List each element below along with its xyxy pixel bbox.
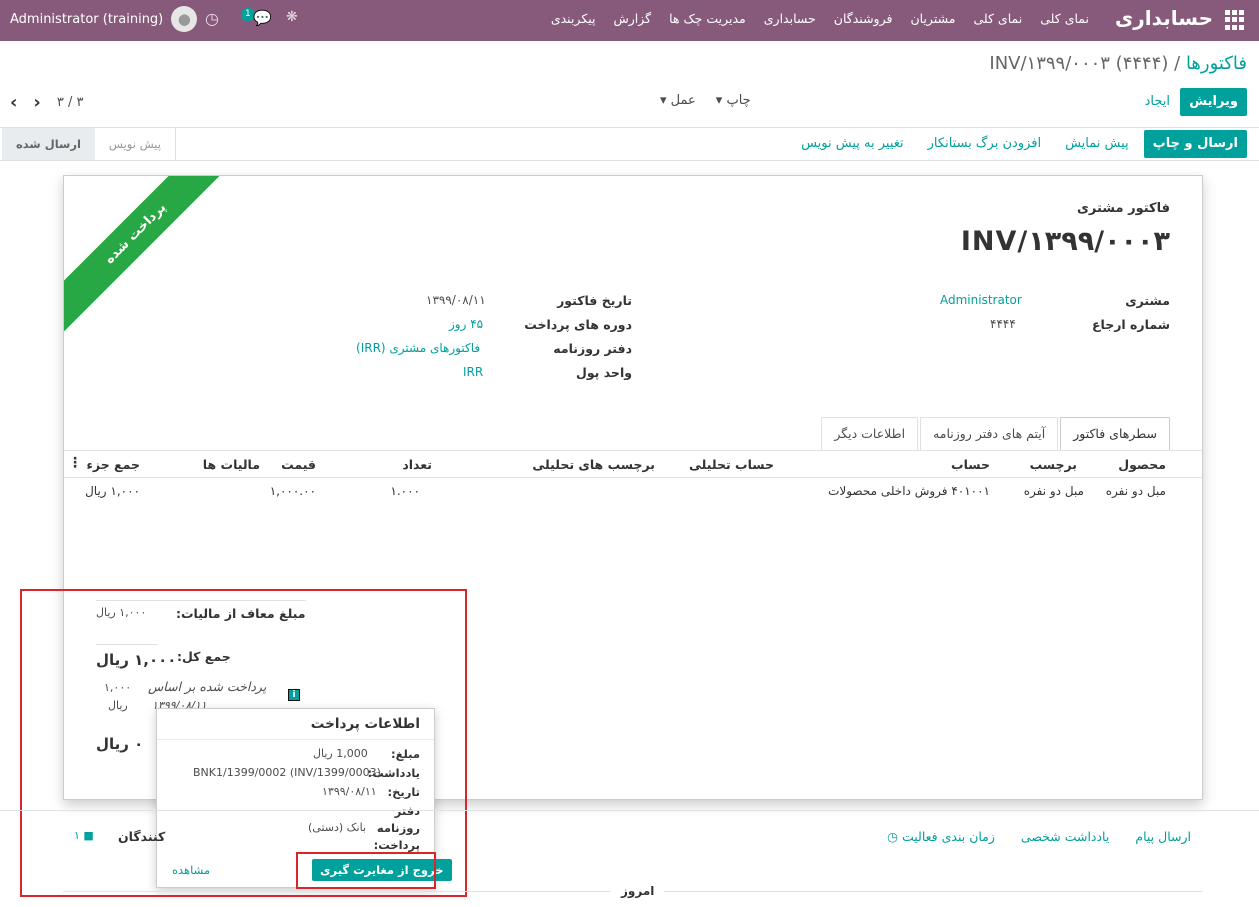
menu-item-overview-2[interactable]: نمای کلی xyxy=(973,11,1022,26)
notebook-tabs: سطرهای فاکتور آیتم های دفتر روزنامه اطلا… xyxy=(819,417,1170,450)
top-navbar: حسابداری نمای کلی نمای کلی مشتریان فروشن… xyxy=(0,0,1259,41)
today-label: امروز xyxy=(611,884,665,898)
col-account[interactable]: حساب xyxy=(951,457,990,472)
main-menu: نمای کلی نمای کلی مشتریان فروشندگان حساب… xyxy=(551,11,1089,26)
tab-invoice-lines[interactable]: سطرهای فاکتور xyxy=(1060,417,1170,450)
column-options-icon[interactable]: ⋮ xyxy=(68,455,82,471)
create-button[interactable]: ایجاد xyxy=(1136,88,1179,116)
print-dropdown[interactable]: ▾ چاپ xyxy=(716,93,751,108)
payment-terms-field[interactable]: ۴۵ روز xyxy=(449,317,483,331)
table-row[interactable]: مبل دو نفره مبل دو نفره ۴۰۱۰۰۱ فروش داخل… xyxy=(64,479,1202,505)
tab-journal-items[interactable]: آیتم های دفتر روزنامه xyxy=(920,417,1059,450)
log-note-button[interactable]: یادداشت شخصی xyxy=(1021,829,1109,844)
cell-quantity: ۱.۰۰۰ xyxy=(390,484,420,498)
col-price[interactable]: قیمت xyxy=(281,457,316,472)
edit-button[interactable]: ویرایش xyxy=(1180,88,1247,116)
col-quantity[interactable]: تعداد xyxy=(402,457,432,472)
customer-field[interactable]: Administrator xyxy=(940,293,1022,307)
send-message-button[interactable]: ارسال پیام xyxy=(1135,829,1191,844)
currency-field[interactable]: IRR xyxy=(463,365,483,379)
menu-item-checks[interactable]: مدیریت چک ها xyxy=(669,11,746,26)
stage-draft[interactable]: پیش نویس xyxy=(95,128,175,160)
menu-item-vendors[interactable]: فروشندگان xyxy=(834,11,893,26)
col-subtotal[interactable]: جمع جزء xyxy=(87,457,140,472)
user-icon: ■ xyxy=(83,829,94,842)
app-brand[interactable]: حسابداری xyxy=(1115,6,1213,30)
menu-item-configuration[interactable]: پیکربندی xyxy=(551,11,596,26)
stage-selector: ارسال شده پیش نویس xyxy=(2,128,176,160)
col-label[interactable]: برچسب xyxy=(1030,457,1077,472)
add-credit-note-button[interactable]: افزودن برگ بستانکار xyxy=(919,130,1050,158)
customer-label: مشتری xyxy=(1125,293,1170,308)
avatar: ● xyxy=(171,6,198,32)
stage-posted[interactable]: ارسال شده xyxy=(2,128,95,160)
status-bar: ارسال و چاپ پیش نمایش افزودن برگ بستانکا… xyxy=(0,127,1259,161)
followers-label: کنندگان xyxy=(118,829,166,844)
action-dropdown[interactable]: ▾ عمل xyxy=(660,93,696,108)
preview-button[interactable]: پیش نمایش xyxy=(1056,130,1138,158)
menu-item-accounting[interactable]: حسابداری xyxy=(764,11,816,26)
col-analytic-account[interactable]: حساب تحلیلی xyxy=(689,457,774,472)
invoice-date-label: تاریخ فاکتور xyxy=(557,293,632,308)
chatter-actions: ارسال پیام یادداشت شخصی ◷ زمان بندی فعال… xyxy=(887,829,1191,844)
col-analytic-tags[interactable]: برچسب های تحلیلی xyxy=(532,457,655,472)
chevron-left-icon[interactable]: ‹ xyxy=(10,92,17,113)
user-menu[interactable]: Administrator (training) ● xyxy=(10,6,198,32)
pager: ‹ › ۳ / ۳ xyxy=(10,92,83,113)
table-header: محصول برچسب حساب حساب تحلیلی برچسب های ت… xyxy=(64,452,1202,478)
cell-subtotal: ۱,۰۰۰ ریال xyxy=(85,484,140,498)
apps-grid-icon[interactable] xyxy=(1225,10,1245,30)
invoice-date-field: ۱۳۹۹/۰۸/۱۱ xyxy=(426,293,486,307)
clock-icon[interactable]: ◷ xyxy=(205,9,219,28)
document-type: فاکتور مشتری xyxy=(1076,201,1170,216)
chatter-separator xyxy=(0,810,1259,811)
reset-to-draft-button[interactable]: تغییر به پیش نویس xyxy=(792,130,913,158)
tab-divider xyxy=(64,450,1202,451)
send-print-button[interactable]: ارسال و چاپ xyxy=(1143,130,1247,158)
cell-account: ۴۰۱۰۰۱ فروش داخلی محصولات xyxy=(828,484,990,498)
tab-other-info[interactable]: اطلاعات دیگر xyxy=(821,417,919,450)
followers-button[interactable]: ۱ ■ xyxy=(74,829,94,842)
highlight-box-unreconcile xyxy=(296,852,436,889)
journal-field[interactable]: فاکتورهای مشتری (IRR) xyxy=(356,341,480,355)
reference-field: ۴۴۴۴ xyxy=(990,317,1016,331)
user-name: Administrator (training) xyxy=(10,11,164,27)
invoice-number: INV/۱۳۹۹/۰۰۰۳ xyxy=(960,226,1170,257)
pager-value[interactable]: ۳ / ۳ xyxy=(57,95,84,110)
col-taxes[interactable]: مالیات ها xyxy=(203,457,260,472)
paid-ribbon: پرداخت شده xyxy=(64,176,241,339)
action-dropdowns: ▾ عمل ▾ چاپ xyxy=(660,93,751,108)
cell-product: مبل دو نفره xyxy=(1105,484,1166,498)
menu-item-customers[interactable]: مشتریان xyxy=(910,11,955,26)
payment-terms-label: دوره های پرداخت xyxy=(524,317,632,332)
cell-price: ۱,۰۰۰.۰۰ xyxy=(269,484,316,498)
breadcrumb-parent[interactable]: فاکتورها xyxy=(1186,53,1247,74)
header-buttons: ارسال و چاپ پیش نمایش افزودن برگ بستانکا… xyxy=(792,130,1247,158)
schedule-activity-button[interactable]: ◷ زمان بندی فعالیت xyxy=(887,829,995,844)
clock-icon: ◷ xyxy=(887,829,898,844)
menu-item-reporting[interactable]: گزارش xyxy=(613,11,651,26)
bug-icon[interactable]: ❋ xyxy=(286,9,298,25)
breadcrumb-separator: / xyxy=(1174,53,1181,74)
menu-item-overview-1[interactable]: نمای کلی xyxy=(1040,11,1089,26)
reference-label: شماره ارجاع xyxy=(1091,317,1170,332)
breadcrumb-current: INV/۱۳۹۹/۰۰۰۳ (۴۴۴۴) xyxy=(989,53,1169,74)
highlight-box-totals xyxy=(20,589,467,897)
chevron-right-icon[interactable]: › xyxy=(33,92,40,113)
journal-label: دفتر روزنامه xyxy=(553,341,632,356)
currency-label: واحد پول xyxy=(575,365,632,380)
chat-icon[interactable]: 💬 xyxy=(253,9,272,27)
cell-label: مبل دو نفره xyxy=(1023,484,1084,498)
col-product[interactable]: محصول xyxy=(1118,457,1166,472)
breadcrumb: فاکتورها / INV/۱۳۹۹/۰۰۰۳ (۴۴۴۴) xyxy=(989,53,1247,74)
